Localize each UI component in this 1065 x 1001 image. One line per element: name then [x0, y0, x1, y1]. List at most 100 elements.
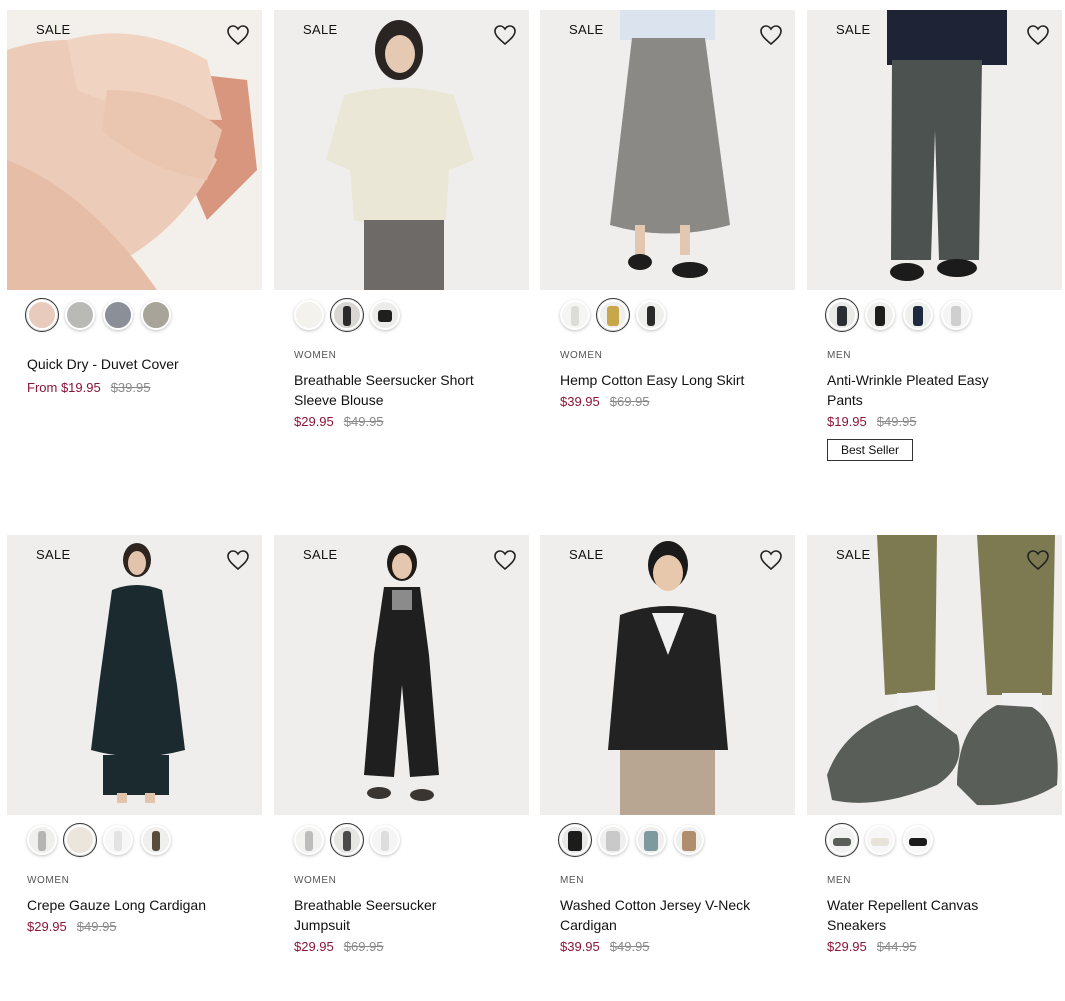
v-neck-cardigan-photo	[608, 541, 728, 815]
product-card[interactable]: SALE WOMEN Breathable Seersucker Jumpsui…	[274, 535, 529, 954]
color-swatch[interactable]	[636, 825, 666, 855]
heart-icon[interactable]	[493, 24, 517, 46]
sale-badge: SALE	[569, 547, 604, 562]
color-swatch[interactable]	[27, 825, 57, 855]
product-image[interactable]: SALE	[274, 10, 529, 290]
heart-icon[interactable]	[493, 549, 517, 571]
color-swatch[interactable]	[560, 300, 590, 330]
original-price: $69.95	[343, 939, 384, 954]
sale-price: $29.95	[27, 919, 67, 934]
color-swatch[interactable]	[103, 825, 133, 855]
color-swatch[interactable]	[865, 300, 895, 330]
jumpsuit-photo	[364, 545, 439, 801]
product-name[interactable]: Crepe Gauze Long Cardigan	[27, 895, 227, 915]
color-swatch[interactable]	[294, 300, 324, 330]
product-image[interactable]: SALE	[807, 535, 1062, 815]
color-swatch[interactable]	[370, 825, 400, 855]
price-row: $29.95 $44.95	[827, 939, 1062, 954]
heart-icon[interactable]	[759, 24, 783, 46]
product-category: MEN	[827, 350, 852, 361]
color-swatch[interactable]	[598, 825, 628, 855]
color-swatches	[807, 815, 1062, 861]
color-swatch[interactable]	[865, 825, 895, 855]
product-image[interactable]: SALE	[807, 10, 1062, 290]
color-swatch[interactable]	[825, 298, 859, 332]
heart-icon[interactable]	[1026, 24, 1050, 46]
color-swatch[interactable]	[25, 298, 59, 332]
original-price: $39.95	[110, 380, 151, 395]
product-card[interactable]: SALE WOMEN Hemp Cotton Easy Long Skirt $…	[540, 10, 795, 409]
sale-price: $29.95	[827, 939, 867, 954]
product-image[interactable]: SALE	[274, 535, 529, 815]
color-swatch[interactable]	[903, 300, 933, 330]
product-category: WOMEN	[560, 350, 603, 361]
price-row: $29.95 $49.95	[27, 919, 262, 934]
product-category: WOMEN	[27, 875, 70, 886]
price-row: $39.95 $49.95	[560, 939, 795, 954]
original-price: $49.95	[876, 414, 917, 429]
cardigan-photo	[91, 543, 185, 803]
heart-icon[interactable]	[759, 549, 783, 571]
product-name[interactable]: Water Repellent Canvas Sneakers	[827, 895, 1027, 935]
product-card[interactable]: SALE WOMEN Breathable Seersucker Short S…	[274, 10, 529, 429]
color-swatch[interactable]	[558, 823, 592, 857]
product-image[interactable]: SALE	[540, 535, 795, 815]
sale-badge: SALE	[836, 547, 871, 562]
color-swatch[interactable]	[294, 825, 324, 855]
color-swatch[interactable]	[596, 298, 630, 332]
price-row: $39.95 $69.95	[560, 394, 795, 409]
color-swatch[interactable]	[103, 300, 133, 330]
product-name[interactable]: Anti-Wrinkle Pleated Easy Pants	[827, 370, 1027, 410]
product-name[interactable]: Washed Cotton Jersey V-Neck Cardigan	[560, 895, 760, 935]
original-price: $49.95	[76, 919, 117, 934]
product-name[interactable]: Quick Dry - Duvet Cover	[27, 354, 227, 374]
product-card[interactable]: SALE MEN Washed Cotton Jersey V-Neck Car…	[540, 535, 795, 954]
heart-icon[interactable]	[226, 24, 250, 46]
color-swatches	[540, 290, 795, 336]
original-price: $69.95	[609, 394, 650, 409]
price-row: From $19.95 $39.95	[27, 380, 262, 395]
product-grid: SALE Quick Dry - Duvet Cover From $19.95…	[0, 0, 1065, 1001]
color-swatch[interactable]	[636, 300, 666, 330]
heart-icon[interactable]	[226, 549, 250, 571]
color-swatch[interactable]	[825, 823, 859, 857]
sale-price: $39.95	[560, 939, 600, 954]
sneakers-photo	[827, 535, 1058, 806]
color-swatches	[807, 290, 1062, 336]
price-row: $29.95 $69.95	[294, 939, 529, 954]
product-image[interactable]: SALE	[7, 10, 262, 290]
original-price: $49.95	[343, 414, 384, 429]
color-swatch[interactable]	[941, 300, 971, 330]
duvet-cover-photo	[7, 10, 262, 290]
product-card[interactable]: SALE MEN Water Repellent Canvas Sneakers…	[807, 535, 1062, 954]
product-card[interactable]: SALE MEN Anti-Wrinkle Pleated Easy Pants…	[807, 10, 1062, 461]
product-card[interactable]: SALE Quick Dry - Duvet Cover From $19.95…	[7, 10, 262, 395]
color-swatch[interactable]	[370, 300, 400, 330]
color-swatch[interactable]	[65, 300, 95, 330]
color-swatch[interactable]	[903, 825, 933, 855]
sale-price: $39.95	[560, 394, 600, 409]
color-swatches	[540, 815, 795, 861]
color-swatch[interactable]	[63, 823, 97, 857]
original-price: $49.95	[609, 939, 650, 954]
sale-badge: SALE	[569, 22, 604, 37]
product-name[interactable]: Breathable Seersucker Short Sleeve Blous…	[294, 370, 494, 410]
original-price: $44.95	[876, 939, 917, 954]
product-image[interactable]: SALE	[540, 10, 795, 290]
heart-icon[interactable]	[1026, 549, 1050, 571]
color-swatch[interactable]	[141, 825, 171, 855]
sale-price: $29.95	[294, 414, 334, 429]
color-swatch[interactable]	[674, 825, 704, 855]
color-swatch[interactable]	[330, 298, 364, 332]
product-card[interactable]: SALE WOMEN Crepe Gauze Long Cardigan $29…	[7, 535, 262, 934]
skirt-photo	[610, 10, 730, 278]
color-swatch[interactable]	[330, 823, 364, 857]
sale-price: From $19.95	[27, 380, 101, 395]
product-name[interactable]: Hemp Cotton Easy Long Skirt	[560, 370, 760, 390]
color-swatch[interactable]	[141, 300, 171, 330]
product-image[interactable]: SALE	[7, 535, 262, 815]
product-name[interactable]: Breathable Seersucker Jumpsuit	[294, 895, 494, 935]
price-row: $19.95 $49.95	[827, 414, 1062, 429]
color-swatches	[7, 290, 262, 336]
sale-badge: SALE	[303, 547, 338, 562]
